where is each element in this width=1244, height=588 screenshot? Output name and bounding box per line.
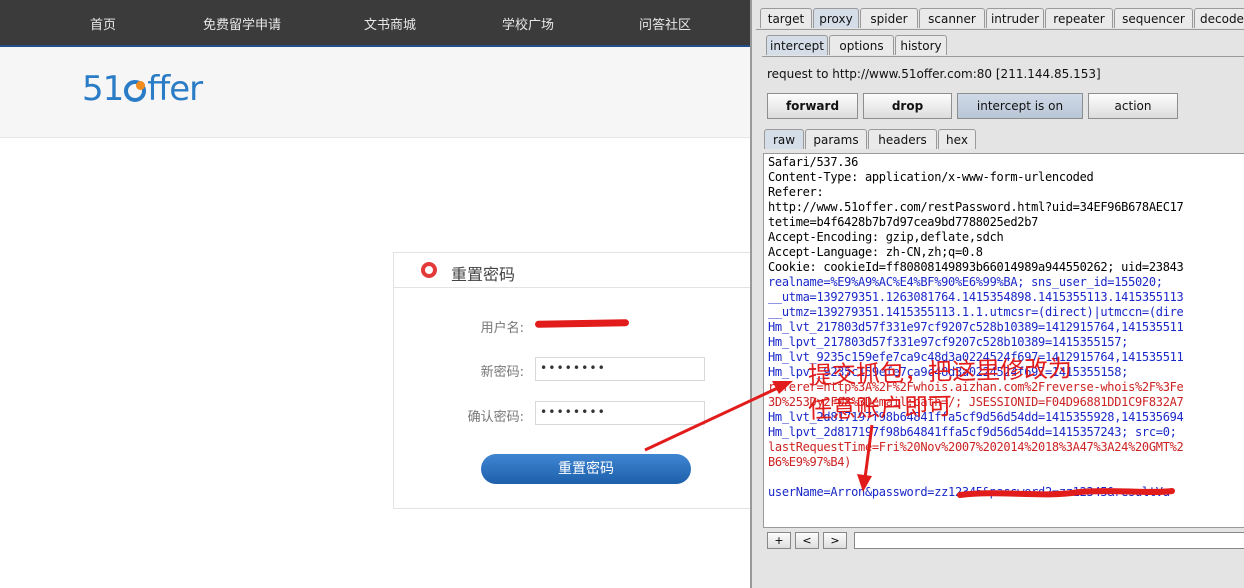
tab-divider	[756, 29, 1244, 30]
tab-proxy[interactable]: proxy	[813, 8, 859, 28]
reset-password-button[interactable]: 重置密码	[481, 454, 691, 484]
tab-decoder[interactable]: decoder	[1194, 8, 1244, 28]
request-line: Hm_lpvt_2d817197f98b64841ffa5cf9d56d54dd…	[768, 425, 1177, 439]
site-logo[interactable]: 51 ffer	[82, 69, 203, 109]
request-line: Hm_lpvt_217803d57f331e97cf9207c528b10389…	[768, 335, 1129, 349]
tab-intruder[interactable]: intruder	[986, 8, 1044, 28]
tab-spider[interactable]: spider	[860, 8, 918, 28]
tab-sequencer[interactable]: sequencer	[1114, 8, 1193, 28]
sub-tab-row: intercept options history	[752, 35, 1244, 57]
tab-repeater[interactable]: repeater	[1045, 8, 1113, 28]
nav-item-document-store[interactable]: 文书商城	[364, 14, 416, 33]
request-line: userName=Arron&password=zz12345&password…	[768, 485, 1170, 499]
sub-tab-divider	[762, 56, 1244, 57]
tab-options[interactable]: options	[829, 35, 894, 55]
burp-window: target proxy spider scanner intruder rep…	[750, 0, 1244, 588]
tab-history[interactable]: history	[895, 35, 947, 55]
drop-button[interactable]: drop	[863, 93, 952, 119]
confirm-password-field[interactable]: ••••••••	[535, 401, 705, 425]
reset-panel-header: 重置密码	[394, 253, 761, 288]
nav-item-school-square[interactable]: 学校广场	[502, 14, 554, 33]
tab-hex[interactable]: hex	[938, 129, 976, 149]
redaction-scribble	[534, 319, 630, 328]
tab-intercept[interactable]: intercept	[766, 35, 828, 55]
tab-target[interactable]: target	[760, 8, 812, 28]
view-tab-row: raw params headers hex	[752, 129, 1244, 151]
request-line: Hm_lvt_217803d57f331e97cf9207c528b10389=…	[768, 320, 1184, 334]
annotation-text-line2: 任意账户即可	[807, 392, 953, 424]
ring-icon	[421, 262, 437, 278]
add-button[interactable]: +	[767, 532, 791, 549]
confirm-password-label: 确认密码:	[467, 410, 524, 425]
request-line: B6%E9%97%B4)	[768, 455, 852, 469]
tab-headers[interactable]: headers	[868, 129, 937, 149]
new-password-label: 新密码:	[480, 365, 524, 380]
request-target-line: request to http://www.51offer.com:80 [21…	[767, 67, 1101, 81]
request-line: realname=%E9%A9%AC%E4%BF%90%E6%99%BA; sn…	[768, 275, 1163, 289]
request-line: Referer:	[768, 185, 824, 199]
nav-item-home[interactable]: 首页	[90, 14, 116, 33]
tab-params[interactable]: params	[805, 129, 867, 149]
tab-scanner[interactable]: scanner	[919, 8, 985, 28]
request-line: http://www.51offer.com/restPassword.html…	[768, 200, 1184, 214]
reset-panel-title: 重置密码	[451, 265, 516, 284]
request-line: lastRequestTime=Fri%20Nov%2007%202014%20…	[768, 440, 1184, 454]
forward-button[interactable]: forward	[767, 93, 858, 119]
request-line: Content-Type: application/x-www-form-url…	[768, 170, 1094, 184]
reset-password-panel: 重置密码 用户名: 新密码: •••••••• 确认密码: •••••••• 重…	[393, 252, 762, 509]
request-line: tetime=b4f6428b7b7d97cea9bd7788025ed2b7	[768, 215, 1039, 229]
nav-item-qa-community[interactable]: 问答社区	[639, 14, 691, 33]
next-button[interactable]: >	[823, 532, 847, 549]
brand-bar: 51 ffer	[0, 47, 760, 138]
request-line: Cookie: cookieId=ff80808149893b66014989a…	[768, 260, 1184, 274]
main-tab-row: target proxy spider scanner intruder rep…	[752, 8, 1244, 30]
request-line: Safari/537.36	[768, 155, 859, 169]
tab-raw[interactable]: raw	[764, 129, 804, 149]
previous-button[interactable]: <	[795, 532, 819, 549]
editor-footer: + < >	[763, 532, 1244, 552]
request-line: Accept-Encoding: gzip,deflate,sdch	[768, 230, 1004, 244]
action-button[interactable]: action	[1088, 93, 1178, 119]
new-password-field[interactable]: ••••••••	[535, 357, 705, 381]
intercept-toggle-button[interactable]: intercept is on	[957, 93, 1083, 119]
site-top-nav: 首页 免费留学申请 文书商城 学校广场 问答社区	[0, 0, 760, 47]
nav-item-free-apply[interactable]: 免费留学申请	[203, 14, 281, 33]
search-input[interactable]	[854, 532, 1244, 549]
request-line: __utmz=139279351.1415355113.1.1.utmcsr=(…	[768, 305, 1184, 319]
username-label: 用户名:	[480, 321, 524, 336]
raw-request-editor[interactable]: Safari/537.36 Content-Type: application/x…	[763, 153, 1244, 528]
request-line: Accept-Language: zh-CN,zh;q=0.8	[768, 245, 983, 259]
request-line: __utma=139279351.1263081764.1415354898.1…	[768, 290, 1184, 304]
